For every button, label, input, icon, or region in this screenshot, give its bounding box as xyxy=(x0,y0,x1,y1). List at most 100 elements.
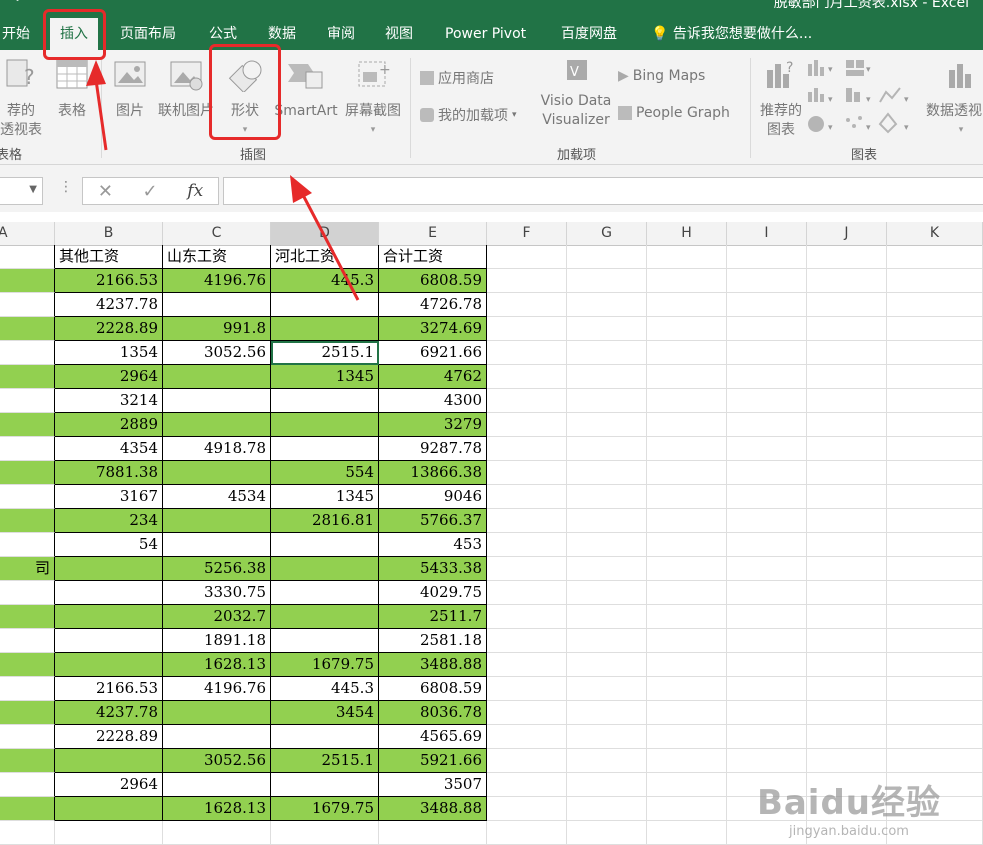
cell-g10[interactable] xyxy=(567,461,647,485)
cell-d10[interactable]: 554 xyxy=(271,461,379,485)
cell-c20[interactable] xyxy=(163,701,271,725)
cell-f23[interactable] xyxy=(487,773,567,797)
cell-j4[interactable] xyxy=(807,317,887,341)
cell-d17[interactable] xyxy=(271,629,379,653)
cell-c2[interactable]: 4196.76 xyxy=(163,269,271,293)
cell-c3[interactable] xyxy=(163,293,271,317)
cell-e18[interactable]: 3488.88 xyxy=(379,653,487,677)
cell-i2[interactable] xyxy=(727,269,807,293)
cell-d21[interactable] xyxy=(271,725,379,749)
cell-c13[interactable] xyxy=(163,533,271,557)
cell-b12[interactable]: 234 xyxy=(55,509,163,533)
cell-i13[interactable] xyxy=(727,533,807,557)
cell-d23[interactable] xyxy=(271,773,379,797)
visio-data-visualizer-button[interactable]: V Visio Data Visualizer xyxy=(536,56,616,130)
cell-d6[interactable]: 1345 xyxy=(271,365,379,389)
cell-e24[interactable]: 3488.88 xyxy=(379,797,487,821)
cell-i16[interactable] xyxy=(727,605,807,629)
cell-e22[interactable]: 5921.66 xyxy=(379,749,487,773)
cell-d9[interactable] xyxy=(271,437,379,461)
cell-i5[interactable] xyxy=(727,341,807,365)
cell-g3[interactable] xyxy=(567,293,647,317)
cell-g9[interactable] xyxy=(567,437,647,461)
cell-h20[interactable] xyxy=(647,701,727,725)
cell-g5[interactable] xyxy=(567,341,647,365)
cell-j6[interactable] xyxy=(807,365,887,389)
cell-e21[interactable]: 4565.69 xyxy=(379,725,487,749)
cell-f3[interactable] xyxy=(487,293,567,317)
cell-e11[interactable]: 9046 xyxy=(379,485,487,509)
bing-maps-button[interactable]: ▶ Bing Maps xyxy=(618,68,705,84)
cell-a16[interactable] xyxy=(0,605,55,629)
cell-b2[interactable]: 2166.53 xyxy=(55,269,163,293)
cell-i21[interactable] xyxy=(727,725,807,749)
people-graph-button[interactable]: People Graph xyxy=(618,105,730,121)
cell-g2[interactable] xyxy=(567,269,647,293)
cell-b6[interactable]: 2964 xyxy=(55,365,163,389)
cell-d16[interactable] xyxy=(271,605,379,629)
tab-view[interactable]: 视图 xyxy=(385,18,413,50)
table-button[interactable]: 表格 xyxy=(52,58,92,121)
cell-h19[interactable] xyxy=(647,677,727,701)
cell-j8[interactable] xyxy=(807,413,887,437)
cell-a19[interactable] xyxy=(0,677,55,701)
cell-c23[interactable] xyxy=(163,773,271,797)
cell-j22[interactable] xyxy=(807,749,887,773)
cell-d4[interactable] xyxy=(271,317,379,341)
cell-b4[interactable]: 2228.89 xyxy=(55,317,163,341)
cell-b24[interactable] xyxy=(55,797,163,821)
cell-f4[interactable] xyxy=(487,317,567,341)
cell-a5[interactable] xyxy=(0,341,55,365)
cell-d8[interactable] xyxy=(271,413,379,437)
cell-c5[interactable]: 3052.56 xyxy=(163,341,271,365)
cell-a15[interactable] xyxy=(0,581,55,605)
cell-a9[interactable] xyxy=(0,437,55,461)
cell-h14[interactable] xyxy=(647,557,727,581)
cell-e5[interactable]: 6921.66 xyxy=(379,341,487,365)
cell-h7[interactable] xyxy=(647,389,727,413)
cell-j15[interactable] xyxy=(807,581,887,605)
cell-c9[interactable]: 4918.78 xyxy=(163,437,271,461)
cell-f1[interactable] xyxy=(487,245,567,269)
cell-k22[interactable] xyxy=(887,749,983,773)
cell-c25[interactable] xyxy=(163,821,271,845)
cell-i7[interactable] xyxy=(727,389,807,413)
cell-f8[interactable] xyxy=(487,413,567,437)
cell-b3[interactable]: 4237.78 xyxy=(55,293,163,317)
cell-i10[interactable] xyxy=(727,461,807,485)
cell-j14[interactable] xyxy=(807,557,887,581)
cell-f13[interactable] xyxy=(487,533,567,557)
cell-f20[interactable] xyxy=(487,701,567,725)
cell-d14[interactable] xyxy=(271,557,379,581)
cell-b21[interactable]: 2228.89 xyxy=(55,725,163,749)
screenshot-button[interactable]: + 屏幕截图 ▾ xyxy=(340,58,406,140)
cell-h11[interactable] xyxy=(647,485,727,509)
cell-g23[interactable] xyxy=(567,773,647,797)
cell-j11[interactable] xyxy=(807,485,887,509)
cell-f9[interactable] xyxy=(487,437,567,461)
cell-i6[interactable] xyxy=(727,365,807,389)
cell-k13[interactable] xyxy=(887,533,983,557)
cell-h17[interactable] xyxy=(647,629,727,653)
cell-h4[interactable] xyxy=(647,317,727,341)
cell-g18[interactable] xyxy=(567,653,647,677)
cell-k5[interactable] xyxy=(887,341,983,365)
cell-i22[interactable] xyxy=(727,749,807,773)
column-header-b[interactable]: B xyxy=(55,222,163,245)
cell-g12[interactable] xyxy=(567,509,647,533)
cell-h25[interactable] xyxy=(647,821,727,845)
cell-k4[interactable] xyxy=(887,317,983,341)
cell-e10[interactable]: 13866.38 xyxy=(379,461,487,485)
cell-a20[interactable] xyxy=(0,701,55,725)
cell-e7[interactable]: 4300 xyxy=(379,389,487,413)
store-button[interactable]: 应用商店 xyxy=(420,68,494,88)
cell-j10[interactable] xyxy=(807,461,887,485)
cell-c12[interactable] xyxy=(163,509,271,533)
undo-icon[interactable]: ↶ xyxy=(14,0,27,8)
cell-g24[interactable] xyxy=(567,797,647,821)
cell-e4[interactable]: 3274.69 xyxy=(379,317,487,341)
cell-k14[interactable] xyxy=(887,557,983,581)
cell-j3[interactable] xyxy=(807,293,887,317)
cell-h10[interactable] xyxy=(647,461,727,485)
cell-f11[interactable] xyxy=(487,485,567,509)
